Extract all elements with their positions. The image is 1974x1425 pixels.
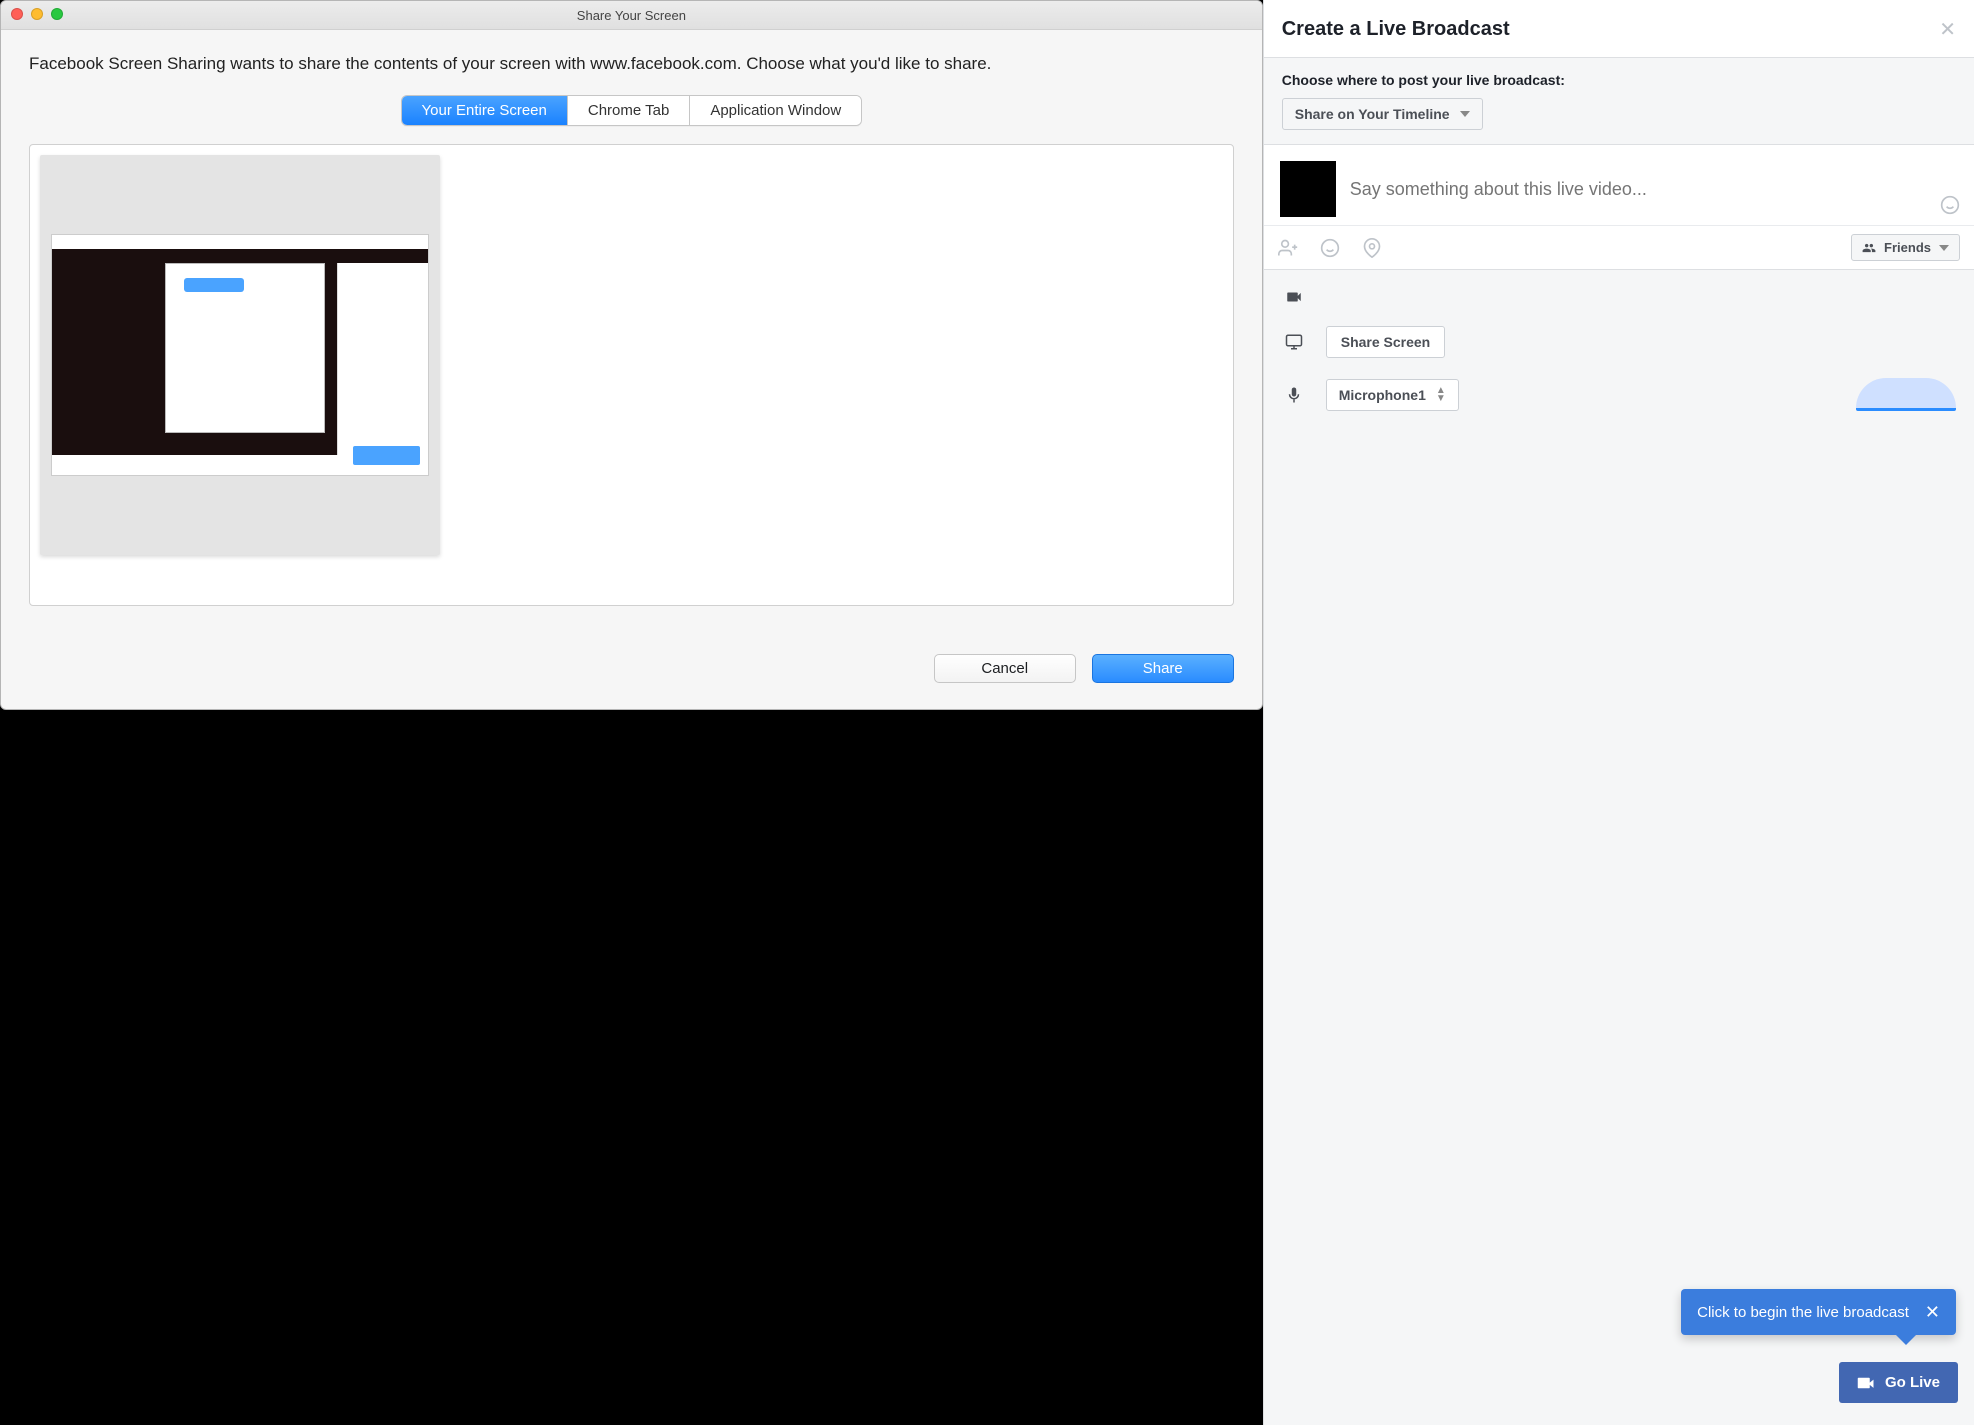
dialog-title: Share Your Screen	[577, 8, 686, 23]
panel-title: Create a Live Broadcast	[1282, 18, 1510, 41]
avatar	[1280, 161, 1336, 217]
go-live-button[interactable]: Go Live	[1839, 1362, 1958, 1403]
audience-selector[interactable]: Friends	[1851, 234, 1960, 261]
feeling-icon[interactable]	[1320, 238, 1340, 258]
share-screen-button[interactable]: Share Screen	[1326, 326, 1446, 358]
monitor-icon	[1282, 333, 1306, 351]
microphone-select[interactable]: Microphone1 ▲▼	[1326, 379, 1459, 411]
choose-label: Choose where to post your live broadcast…	[1282, 72, 1956, 88]
stream-controls: Share Screen Microphone1 ▲▼	[1264, 270, 1974, 1348]
live-broadcast-panel: Create a Live Broadcast ✕ Choose where t…	[1263, 0, 1974, 1425]
post-destination-dropdown[interactable]: Share on Your Timeline	[1282, 98, 1483, 130]
panel-header: Create a Live Broadcast ✕	[1264, 0, 1974, 58]
composer-toolbar: Friends	[1264, 226, 1974, 270]
camera-icon	[1282, 288, 1306, 306]
tooltip-text: Click to begin the live broadcast	[1697, 1304, 1909, 1321]
dialog-prompt: Facebook Screen Sharing wants to share t…	[29, 52, 1234, 77]
preview-area	[29, 144, 1234, 606]
zoom-window-button[interactable]	[51, 8, 63, 20]
panel-footer: Click to begin the live broadcast ✕ Go L…	[1264, 1348, 1974, 1425]
thumbnail-content	[51, 234, 429, 476]
titlebar: Share Your Screen	[1, 1, 1262, 30]
dialog-actions: Cancel Share	[29, 654, 1234, 683]
location-icon[interactable]	[1362, 238, 1382, 258]
mic-row: Microphone1 ▲▼	[1282, 378, 1956, 411]
traffic-lights	[11, 8, 63, 20]
post-destination-section: Choose where to post your live broadcast…	[1264, 58, 1974, 144]
go-live-label: Go Live	[1885, 1374, 1940, 1391]
tab-entire-screen[interactable]: Your Entire Screen	[402, 96, 568, 125]
tag-people-icon[interactable]	[1278, 238, 1298, 258]
audio-level-indicator	[1856, 378, 1956, 411]
go-live-tooltip: Click to begin the live broadcast ✕	[1681, 1289, 1956, 1335]
screen-thumbnail[interactable]	[40, 155, 440, 555]
screen-row: Share Screen	[1282, 326, 1956, 358]
close-window-button[interactable]	[11, 8, 23, 20]
composer-toolbar-left	[1278, 238, 1382, 258]
post-destination-value: Share on Your Timeline	[1295, 106, 1450, 122]
minimize-window-button[interactable]	[31, 8, 43, 20]
tab-application-window[interactable]: Application Window	[690, 96, 861, 125]
friends-icon	[1862, 241, 1876, 255]
share-button[interactable]: Share	[1092, 654, 1234, 683]
emoji-icon[interactable]	[1940, 195, 1960, 215]
camera-row	[1282, 288, 1956, 306]
tooltip-close-icon[interactable]: ✕	[1925, 1303, 1940, 1321]
share-screen-dialog: Share Your Screen Facebook Screen Sharin…	[0, 0, 1263, 710]
cancel-button[interactable]: Cancel	[934, 654, 1076, 683]
caret-down-icon	[1460, 111, 1470, 117]
microphone-icon	[1282, 386, 1306, 404]
desktop-background	[0, 710, 1263, 1425]
updown-icon: ▲▼	[1436, 387, 1446, 403]
video-icon	[1857, 1376, 1875, 1390]
share-type-segmented: Your Entire Screen Chrome Tab Applicatio…	[401, 95, 863, 126]
left-pane: Share Your Screen Facebook Screen Sharin…	[0, 0, 1263, 1425]
audience-label: Friends	[1884, 240, 1931, 255]
tab-chrome-tab[interactable]: Chrome Tab	[568, 96, 690, 125]
caret-down-icon	[1939, 245, 1949, 251]
composer	[1264, 144, 1974, 226]
dialog-body: Facebook Screen Sharing wants to share t…	[1, 30, 1262, 709]
microphone-value: Microphone1	[1339, 387, 1426, 403]
video-description-input[interactable]	[1348, 161, 1958, 217]
close-icon[interactable]: ✕	[1939, 20, 1956, 40]
